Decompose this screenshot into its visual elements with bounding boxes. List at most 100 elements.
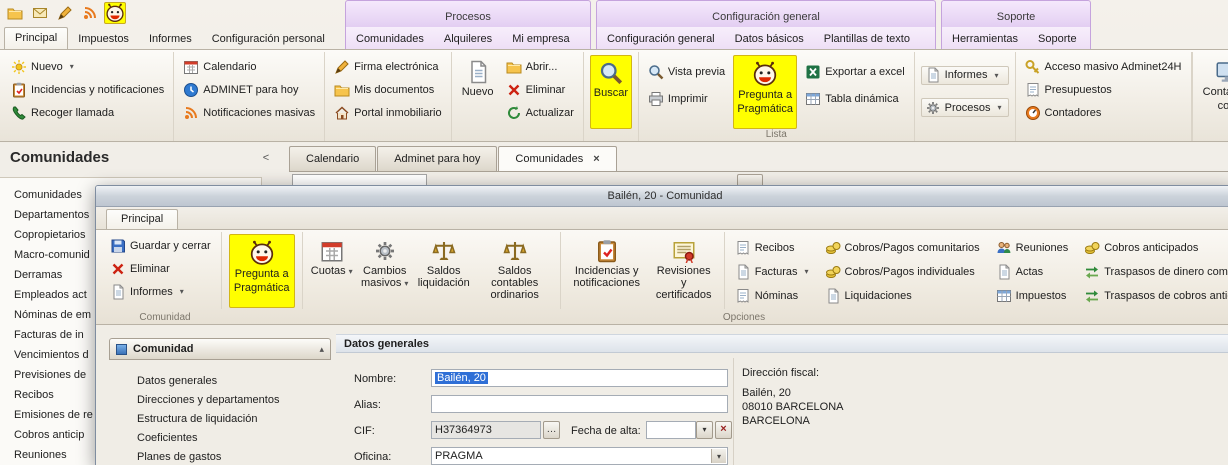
nav-item-datos-generales[interactable]: Datos generales [137,372,331,391]
acceso-masivo-button[interactable]: Acceso masivo Adminet24H [1022,57,1185,76]
contadores-button[interactable]: Contadores [1022,103,1185,122]
dialog-incidencias-button[interactable]: Incidencias y notificaciones [568,234,646,307]
calendario-button[interactable]: Calendario [180,57,318,76]
tab-mi-empresa[interactable]: Mi empresa [502,29,579,49]
refresh-icon [506,105,522,121]
alias-field[interactable] [431,395,728,413]
tab-informes[interactable]: Informes [139,29,202,49]
cuotas-button[interactable]: Cuotas [310,234,354,307]
exportar-excel-button[interactable]: Exportar a excel [802,63,907,82]
new-menu-button[interactable]: Nuevo [8,57,167,76]
pregunta-pragmatica-button[interactable]: Pregunta a Pragmática [733,55,797,129]
vista-previa-button[interactable]: Vista previa [645,63,728,82]
quick-new-button[interactable] [4,2,26,24]
tab-soporte[interactable]: Soporte [1028,29,1087,49]
nombre-field[interactable]: Bailén, 20 [431,369,728,387]
cobros-anticipados-button[interactable]: Cobros anticipados [1081,238,1228,257]
impuestos-button[interactable]: Impuestos [993,286,1072,305]
nuevo-button[interactable]: Nuevo [458,55,498,138]
incidencias-button[interactable]: Incidencias y notificaciones [8,80,167,99]
buscar-button[interactable]: Buscar [590,55,632,129]
nav-item-direcciones[interactable]: Direcciones y departamentos [137,391,331,410]
delete-x-icon [506,82,522,98]
reuniones-button[interactable]: Reuniones [993,238,1072,257]
dialog-pregunta-pragmatica-button[interactable]: Pregunta a Pragmática [229,234,295,308]
chevron-up-icon[interactable] [319,344,324,355]
procesos-menu-button[interactable]: Procesos [921,98,1009,117]
quick-mail-button[interactable] [29,2,51,24]
clipboard-icon [11,82,27,98]
dialog-informes-button[interactable]: Informes [107,282,214,301]
doc-tab-calendario[interactable]: Calendario [289,146,376,171]
tab-comunidades[interactable]: Comunidades [346,29,434,49]
dialog-tab-principal[interactable]: Principal [106,209,178,229]
tab-configuracion-personal[interactable]: Configuración personal [202,29,335,49]
actualizar-button[interactable]: Actualizar [503,103,577,122]
tab-herramientas[interactable]: Herramientas [942,29,1028,49]
firma-electronica-button[interactable]: Firma electrónica [331,57,444,76]
tab-datos-basicos[interactable]: Datos básicos [725,29,814,49]
magnifier-icon [599,61,623,85]
context-group-procesos: Procesos [345,0,591,27]
group-label-opciones: Opciones [696,312,792,323]
doc-tab-comunidades[interactable]: Comunidades [498,146,616,171]
contactar-button[interactable]: Contactar con [1199,55,1228,138]
dialog-titlebar[interactable]: Bailén, 20 - Comunidad [96,186,1228,207]
dialog-eliminar-button[interactable]: Eliminar [107,259,214,278]
quick-pragmatica-button[interactable] [104,2,126,24]
cobros-pagos-comunitarios-button[interactable]: Cobros/Pagos comunitarios [822,238,983,257]
mis-documentos-button[interactable]: Mis documentos [331,80,444,99]
guardar-cerrar-button[interactable]: Guardar y cerrar [107,236,214,255]
nav-item-estructura[interactable]: Estructura de liquidación [137,410,331,429]
adminet-hoy-button[interactable]: ADMINET para hoy [180,80,318,99]
tab-impuestos[interactable]: Impuestos [68,29,139,49]
abrir-button[interactable]: Abrir... [503,57,577,76]
recibos-button[interactable]: Recibos [732,238,812,257]
collapse-sidebar-button[interactable] [258,151,274,166]
oficina-combo[interactable]: PRAGMA [431,447,728,465]
informes-menu-button[interactable]: Informes [921,66,1009,85]
notificaciones-masivas-button[interactable]: Notificaciones masivas [180,103,318,122]
facturas-button[interactable]: Facturas [732,262,812,281]
combo-arrow-icon[interactable] [711,449,726,463]
doc-tab-adminet-hoy[interactable]: Adminet para hoy [377,146,497,171]
ribbon-tabstrip-main: Principal Impuestos Informes Configuraci… [4,27,335,49]
imprimir-button[interactable]: Imprimir [645,89,728,108]
saldos-contables-button[interactable]: Saldos contables ordinarios [477,234,553,307]
eliminar-button[interactable]: Eliminar [503,80,577,99]
nominas-button[interactable]: Nóminas [732,286,812,305]
tab-principal[interactable]: Principal [4,27,68,49]
quick-signature-button[interactable] [54,2,76,24]
cambios-masivos-button[interactable]: Cambios masivos [359,234,411,307]
tab-configuracion-general[interactable]: Configuración general [597,29,725,49]
quick-broadcast-button[interactable] [79,2,101,24]
portal-inmobiliario-button[interactable]: Portal inmobiliario [331,103,444,122]
nav-item-planes-gastos[interactable]: Planes de gastos [137,448,331,465]
cif-lookup-button[interactable] [543,421,560,439]
cobros-pagos-individuales-button[interactable]: Cobros/Pagos individuales [822,262,983,281]
fecha-alta-field[interactable] [646,421,696,439]
nav-header-comunidad[interactable]: Comunidad [109,338,331,360]
tabla-dinamica-button[interactable]: Tabla dinámica [802,89,907,108]
ribbon-tabstrip-configuracion: Configuración general Datos básicos Plan… [596,27,936,49]
nav-item-coeficientes[interactable]: Coeficientes [137,429,331,448]
recoger-llamada-button[interactable]: Recoger llamada [8,103,167,122]
payroll-icon [735,288,751,304]
traspasos-cobros-button[interactable]: Traspasos de cobros anticipad [1081,286,1228,305]
tab-alquileres[interactable]: Alquileres [434,29,502,49]
liquidaciones-button[interactable]: Liquidaciones [822,286,983,305]
pragmatica-mascot-icon [249,240,275,266]
revisiones-button[interactable]: Revisiones y certificados [651,234,717,307]
fecha-dropdown-button[interactable] [696,421,713,439]
close-tab-icon[interactable] [593,153,599,165]
presupuestos-button[interactable]: Presupuestos [1022,80,1185,99]
cif-field[interactable]: H37364973 [431,421,541,439]
ribbon-group-agenda: Calendario ADMINET para hoy Notificacion… [174,52,325,141]
traspasos-dinero-button[interactable]: Traspasos de dinero comunitari [1081,262,1228,281]
saldos-liquidacion-button[interactable]: Saldos liquidación [416,234,472,307]
fecha-clear-button[interactable] [715,421,732,439]
tab-plantillas-texto[interactable]: Plantillas de texto [814,29,920,49]
actas-button[interactable]: Actas [993,262,1072,281]
document-icon [996,264,1012,280]
receipt-icon [735,240,751,256]
